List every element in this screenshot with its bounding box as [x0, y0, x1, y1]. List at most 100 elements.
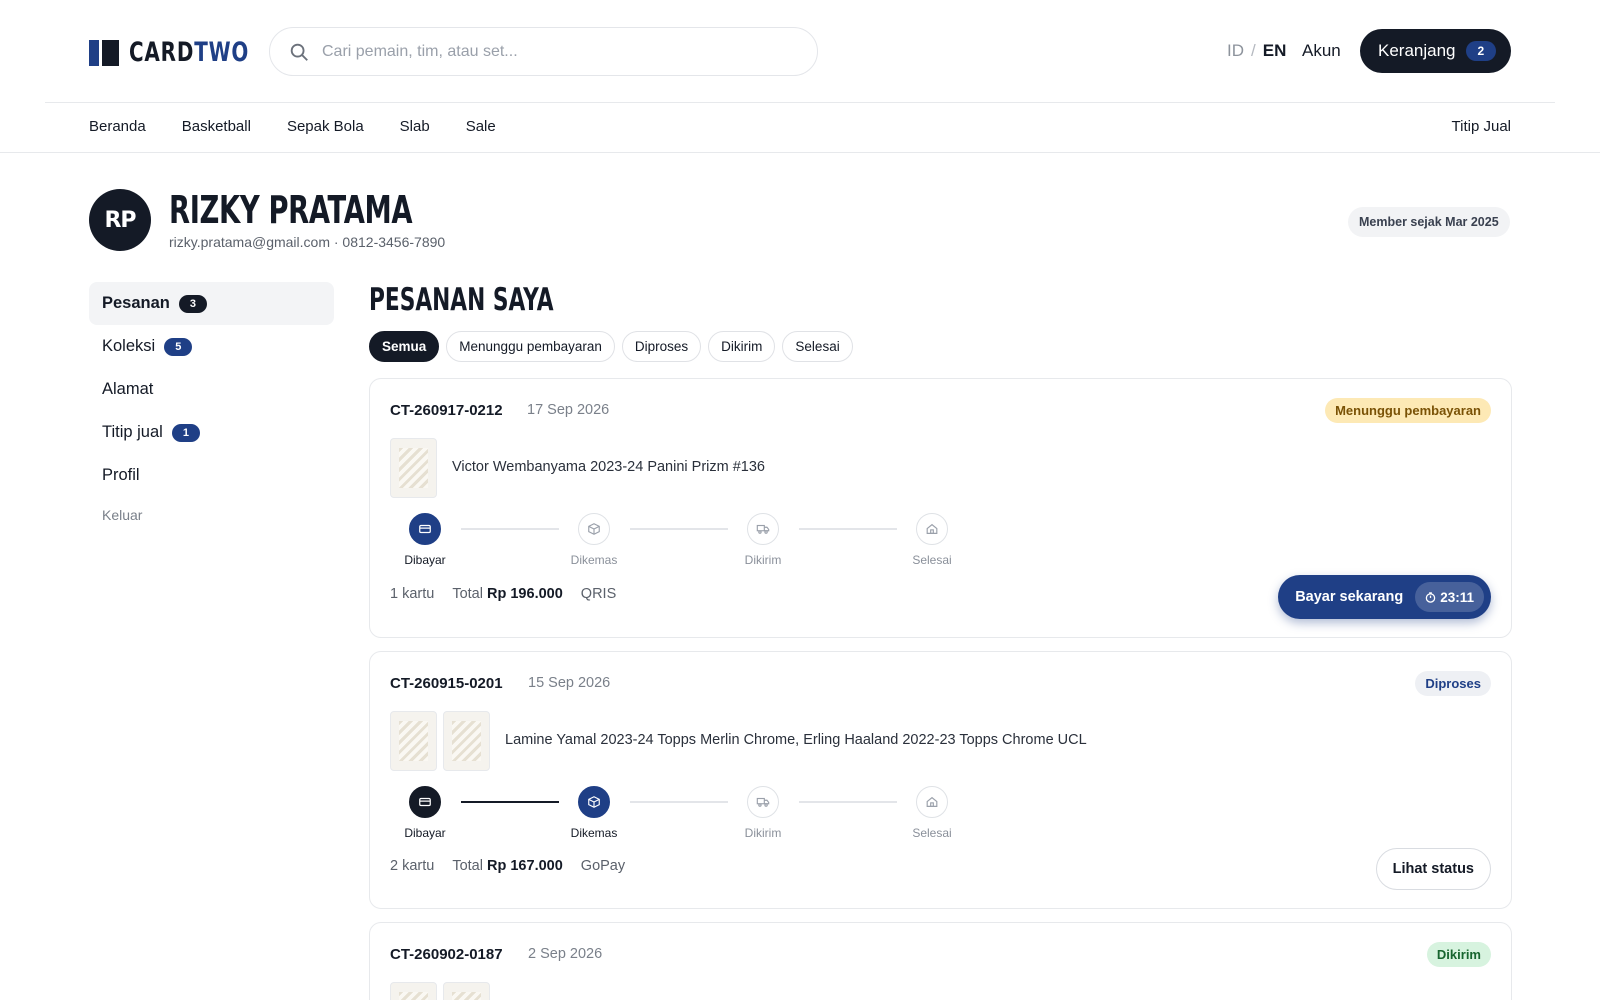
card-thumbnail[interactable]	[443, 711, 490, 771]
box-icon	[588, 523, 600, 535]
lang-separator: /	[1251, 41, 1256, 60]
order-filter-tabs: Semua Menunggu pembayaran Diproses Dikir…	[369, 331, 853, 362]
logo-text: CARDTWO	[129, 37, 250, 68]
order-total: Total Rp 167.000	[452, 858, 563, 874]
progress-connector	[630, 528, 728, 530]
order-summary: 2 kartu Total Rp 167.000 GoPay	[390, 858, 625, 874]
order-card: CT-260902-0187 2 Sep 2026 Dikirim	[369, 922, 1512, 1000]
header-divider	[45, 102, 1555, 103]
item-count: 2 kartu	[390, 858, 435, 874]
progress-connector	[461, 801, 559, 803]
page-title: PESANAN SAYA	[369, 282, 554, 318]
lang-id-option[interactable]: ID	[1227, 41, 1244, 61]
progress-connector	[799, 801, 897, 803]
sidebar-item-koleksi[interactable]: Koleksi 5	[89, 325, 334, 368]
step-dibayar: Dibayar	[380, 786, 470, 840]
step-selesai: Selesai	[887, 513, 977, 567]
nav-item-titip-jual[interactable]: Titip Jual	[1452, 118, 1511, 135]
progress-connector	[630, 801, 728, 803]
order-items: Victor Wembanyama 2023-24 Panini Prizm #…	[452, 459, 765, 475]
order-thumbnails	[390, 982, 490, 1000]
sidebar-item-label: Alamat	[102, 380, 154, 398]
order-summary: 1 kartu Total Rp 196.000 QRIS	[390, 586, 616, 602]
status-badge: Menunggu pembayaran	[1325, 398, 1491, 423]
order-progress: Dibayar Dikemas Dikirim Selesai	[390, 513, 970, 573]
clock-icon	[1425, 591, 1436, 603]
payment-timer: 23:11	[1415, 582, 1484, 612]
progress-connector	[461, 528, 559, 530]
cart-label: Keranjang	[1378, 41, 1456, 60]
search-bar[interactable]	[269, 27, 818, 76]
nav-item-sepak-bola[interactable]: Sepak Bola	[287, 118, 364, 135]
nav-item-slab[interactable]: Slab	[400, 118, 430, 135]
sidebar-item-alamat[interactable]: Alamat	[89, 368, 334, 411]
cart-count-badge: 2	[1465, 41, 1497, 61]
main-nav: Beranda Basketball Sepak Bola Slab Sale	[89, 118, 496, 135]
view-status-button[interactable]: Lihat status	[1375, 848, 1491, 890]
language-switch: ID / EN	[1227, 41, 1286, 61]
card-thumbnail[interactable]	[390, 982, 437, 1000]
order-items: Lamine Yamal 2023-24 Topps Merlin Chrome…	[505, 732, 1087, 748]
order-id[interactable]: CT-260902-0187	[390, 946, 503, 963]
sidebar-item-titip-jual[interactable]: Titip jual 1	[89, 411, 334, 454]
order-thumbnails	[390, 711, 490, 771]
order-card: CT-260915-0201 15 Sep 2026 Diproses Lami…	[369, 651, 1512, 909]
step-dikemas: Dikemas	[549, 786, 639, 840]
order-progress: Dibayar Dikemas Dikirim Selesai	[390, 786, 970, 846]
cart-button[interactable]: Keranjang 2	[1360, 29, 1511, 73]
sidebar-item-label: Titip jual	[102, 423, 163, 441]
sidebar-item-pesanan[interactable]: Pesanan 3	[89, 282, 334, 325]
nav-item-sale[interactable]: Sale	[466, 118, 496, 135]
order-date: 2 Sep 2026	[528, 946, 603, 962]
filter-menunggu-pembayaran[interactable]: Menunggu pembayaran	[446, 331, 615, 362]
order-date: 17 Sep 2026	[527, 402, 610, 418]
logout-link[interactable]: Keluar	[89, 507, 334, 523]
account-sidebar: Pesanan 3 Koleksi 5 Alamat Titip jual 1 …	[89, 282, 334, 523]
step-selesai: Selesai	[887, 786, 977, 840]
logo-mark-icon	[89, 39, 119, 66]
member-since-badge: Member sejak Mar 2025	[1348, 207, 1510, 237]
card-thumbnail[interactable]	[443, 982, 490, 1000]
step-dikemas: Dikemas	[549, 513, 639, 567]
status-badge: Diproses	[1415, 671, 1491, 696]
account-link[interactable]: Akun	[1302, 41, 1341, 61]
progress-connector	[799, 528, 897, 530]
logo[interactable]: CARDTWO	[89, 37, 276, 68]
card-icon	[419, 524, 431, 534]
house-icon	[926, 796, 938, 807]
order-thumbnails	[390, 438, 437, 498]
search-input[interactable]	[322, 42, 782, 61]
card-thumbnail[interactable]	[390, 438, 437, 498]
lang-en-option[interactable]: EN	[1263, 41, 1287, 61]
filter-dikirim[interactable]: Dikirim	[708, 331, 776, 362]
sidebar-item-label: Pesanan	[102, 294, 170, 312]
card-thumbnail[interactable]	[390, 711, 437, 771]
top-header: CARDTWO ID / EN Akun Keranjang 2	[0, 0, 1600, 102]
status-badge: Dikirim	[1426, 942, 1491, 967]
pay-now-button[interactable]: Bayar sekarang 23:11	[1278, 575, 1491, 619]
nav-divider	[0, 152, 1600, 153]
sidebar-item-profil[interactable]: Profil	[89, 454, 334, 497]
filter-diproses[interactable]: Diproses	[621, 331, 702, 362]
order-id[interactable]: CT-260915-0201	[390, 675, 503, 692]
sidebar-count-badge: 1	[171, 423, 200, 442]
nav-item-basketball[interactable]: Basketball	[182, 118, 251, 135]
order-card: CT-260917-0212 17 Sep 2026 Menunggu pemb…	[369, 378, 1512, 638]
pay-now-label: Bayar sekarang	[1295, 589, 1404, 605]
filter-selesai[interactable]: Selesai	[782, 331, 853, 362]
box-icon	[588, 796, 600, 808]
truck-icon	[756, 524, 770, 534]
item-count: 1 kartu	[390, 586, 435, 602]
truck-icon	[756, 797, 770, 807]
step-dikirim: Dikirim	[718, 513, 808, 567]
card-icon	[419, 797, 431, 807]
sidebar-item-label: Koleksi	[102, 337, 156, 355]
filter-semua[interactable]: Semua	[369, 331, 440, 362]
nav-item-beranda[interactable]: Beranda	[89, 118, 146, 135]
sidebar-count-badge: 3	[178, 294, 207, 313]
sidebar-count-badge: 5	[164, 337, 193, 356]
order-date: 15 Sep 2026	[528, 675, 611, 691]
order-total: Total Rp 196.000	[452, 586, 563, 602]
payment-method: QRIS	[580, 586, 617, 602]
order-id[interactable]: CT-260917-0212	[390, 402, 503, 419]
